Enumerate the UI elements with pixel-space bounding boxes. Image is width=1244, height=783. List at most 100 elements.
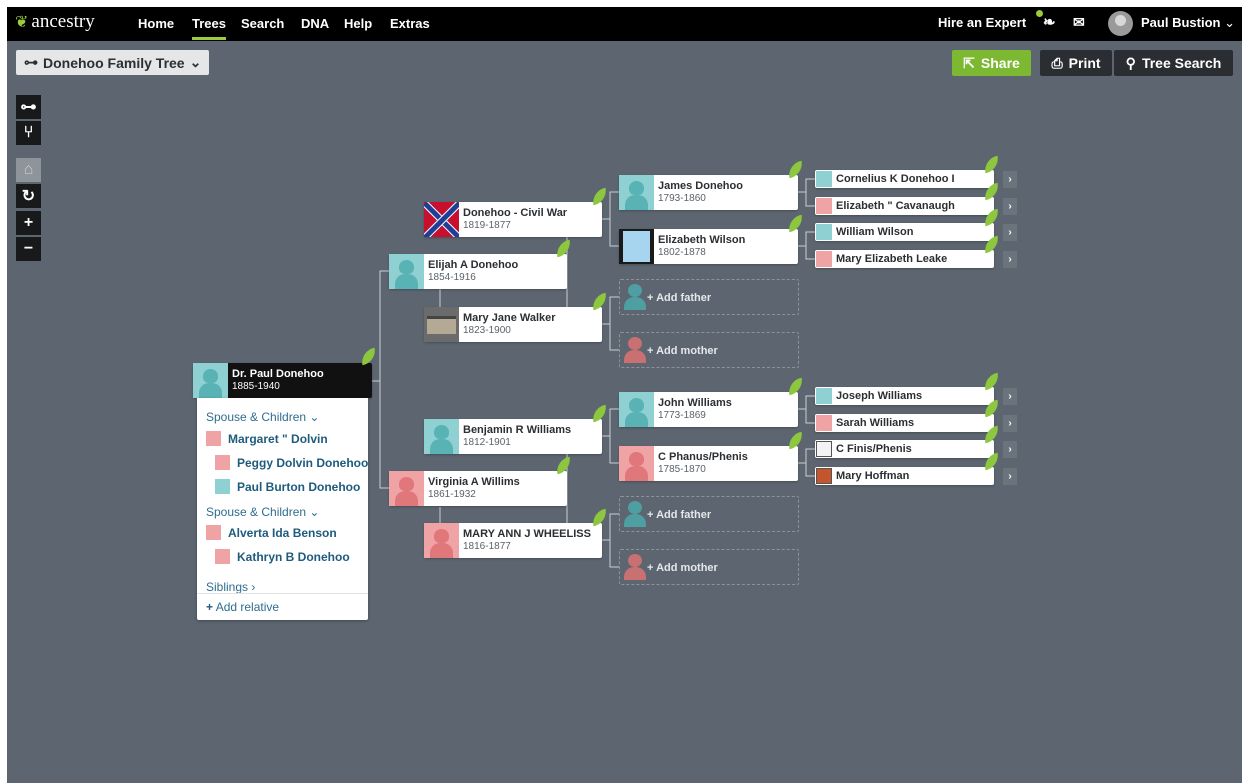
minus-icon: −: [23, 240, 34, 257]
spouse-link-2[interactable]: Alverta Ida Benson: [228, 526, 337, 540]
photo-thumbnail: [816, 441, 832, 457]
plus-icon: +: [23, 214, 34, 231]
hint-leaf-icon[interactable]: [786, 214, 805, 233]
family-view-button[interactable]: ⑂: [16, 121, 41, 145]
share-button[interactable]: ⇱ Share: [952, 50, 1031, 76]
user-avatar[interactable]: [1108, 11, 1133, 36]
female-icon: [206, 525, 221, 540]
reset-view-button[interactable]: ↻: [16, 184, 41, 208]
nav-home[interactable]: Home: [138, 16, 174, 31]
hint-leaf-icon[interactable]: [590, 404, 609, 423]
print-button[interactable]: ⎙ Print: [1040, 50, 1112, 76]
app-canvas: ❦ ancestry Home Trees Search DNA Help Ex…: [7, 7, 1242, 783]
child-link-1b[interactable]: Paul Burton Donehoo: [237, 480, 360, 494]
ancestor-card[interactable]: Joseph Williams: [815, 387, 994, 405]
hint-leaf-icon[interactable]: [982, 155, 1001, 174]
hint-leaf-icon[interactable]: [590, 187, 609, 206]
avatar: [424, 419, 459, 454]
add-father-placeholder[interactable]: + Add father: [619, 279, 799, 315]
person-card-ggm-1[interactable]: Elizabeth Wilson 1802-1878: [619, 229, 798, 264]
tree-selector[interactable]: ⊶ Donehoo Family Tree ⌄: [16, 50, 210, 75]
avatar: [816, 224, 832, 240]
person-card-maternal-grandmother[interactable]: MARY ANN J WHEELISS 1816-1877: [424, 523, 602, 558]
hints-leaf-icon[interactable]: ❧: [1043, 13, 1056, 31]
spouse-link-1[interactable]: Margaret " Dolvin: [228, 432, 328, 446]
male-icon: [215, 479, 230, 494]
leaf-logo-icon: ❦: [15, 14, 29, 31]
home-person-button[interactable]: ⌂: [16, 158, 41, 182]
ancestor-card[interactable]: Sarah Williams: [815, 414, 994, 432]
hint-leaf-icon[interactable]: [359, 347, 378, 366]
spouse-children-header-1[interactable]: Spouse & Children ⌄: [206, 410, 319, 424]
hint-leaf-icon[interactable]: [786, 160, 805, 179]
nav-help[interactable]: Help: [344, 16, 372, 31]
hint-leaf-icon[interactable]: [590, 508, 609, 527]
person-card-paternal-grandfather[interactable]: Donehoo - Civil War 1819-1877: [424, 202, 602, 237]
chevron-right-icon[interactable]: ›: [1003, 468, 1017, 485]
avatar: [816, 415, 832, 431]
child-link-1a[interactable]: Peggy Dolvin Donehoo: [237, 456, 368, 470]
tree-search-button[interactable]: ⚲ Tree Search: [1114, 50, 1233, 76]
avatar: [816, 171, 832, 187]
hint-leaf-icon[interactable]: [786, 431, 805, 450]
top-nav: ❦ ancestry Home Trees Search DNA Help Ex…: [7, 7, 1242, 41]
avatar: [816, 251, 832, 267]
nav-dna[interactable]: DNA: [301, 16, 329, 31]
ancestor-card[interactable]: C Finis/Phenis: [815, 440, 994, 458]
person-card-ggf-2[interactable]: John Williams 1773-1869: [619, 392, 798, 427]
family-panel: Spouse & Children ⌄ Margaret " Dolvin Pe…: [197, 398, 368, 620]
chevron-right-icon[interactable]: ›: [1003, 224, 1017, 241]
hint-leaf-icon[interactable]: [590, 292, 609, 311]
flag-photo: [424, 202, 459, 237]
photo-thumbnail: [424, 307, 459, 342]
hint-leaf-icon[interactable]: [554, 239, 573, 258]
add-relative-link[interactable]: + Add relative: [206, 600, 279, 614]
chevron-down-icon: ⌄: [1224, 15, 1235, 30]
person-card-paternal-grandmother[interactable]: Mary Jane Walker 1823-1900: [424, 307, 602, 342]
add-father-placeholder[interactable]: + Add father: [619, 496, 799, 532]
person-card-mother[interactable]: Virginia A Willims 1861-1932: [389, 471, 567, 506]
nav-trees[interactable]: Trees: [192, 16, 226, 40]
person-card-ggm-2[interactable]: C Phanus/Phenis 1785-1870: [619, 446, 798, 481]
nav-search[interactable]: Search: [241, 16, 284, 31]
messages-icon[interactable]: ✉: [1073, 14, 1085, 31]
avatar: [389, 254, 424, 289]
ancestor-card[interactable]: Mary Hoffman: [815, 467, 994, 485]
child-link-2a[interactable]: Kathryn B Donehoo: [237, 550, 350, 564]
chevron-down-icon: ⌄: [309, 505, 320, 519]
chevron-right-icon[interactable]: ›: [1003, 388, 1017, 405]
siblings-link[interactable]: Siblings ›: [206, 580, 255, 594]
plus-icon: +: [647, 509, 654, 521]
chevron-right-icon[interactable]: ›: [1003, 171, 1017, 188]
avatar: [816, 198, 832, 214]
hint-leaf-icon[interactable]: [554, 456, 573, 475]
chevron-right-icon[interactable]: ›: [1003, 251, 1017, 268]
female-icon: [215, 549, 230, 564]
zoom-in-button[interactable]: +: [16, 211, 41, 235]
chevron-right-icon[interactable]: ›: [1003, 441, 1017, 458]
hint-leaf-icon[interactable]: [982, 372, 1001, 391]
focus-person-card[interactable]: Dr. Paul Donehoo 1885-1940: [193, 363, 372, 398]
person-card-ggf-1[interactable]: James Donehoo 1793-1860: [619, 175, 798, 210]
person-card-maternal-grandfather[interactable]: Benjamin R Williams 1812-1901: [424, 419, 602, 454]
user-menu[interactable]: Paul Bustion ⌄: [1141, 15, 1235, 31]
chevron-right-icon[interactable]: ›: [1003, 198, 1017, 215]
chevron-right-icon[interactable]: ›: [1003, 415, 1017, 432]
ancestor-card[interactable]: Elizabeth " Cavanaugh: [815, 197, 994, 215]
chevron-down-icon: ⌄: [189, 54, 202, 70]
hint-leaf-icon[interactable]: [786, 377, 805, 396]
person-card-father[interactable]: Elijah A Donehoo 1854-1916: [389, 254, 567, 289]
printer-icon: ⎙: [1051, 54, 1063, 71]
chevron-right-icon: ›: [251, 580, 256, 594]
ancestor-card[interactable]: William Wilson: [815, 223, 994, 241]
zoom-out-button[interactable]: −: [16, 237, 41, 261]
pedigree-view-button[interactable]: ⊶: [16, 95, 41, 119]
ancestry-logo[interactable]: ❦ ancestry: [15, 11, 95, 33]
add-mother-placeholder[interactable]: + Add mother: [619, 332, 799, 368]
add-mother-placeholder[interactable]: + Add mother: [619, 549, 799, 585]
ancestor-card[interactable]: Mary Elizabeth Leake: [815, 250, 994, 268]
ancestor-card[interactable]: Cornelius K Donehoo I: [815, 170, 994, 188]
spouse-children-header-2[interactable]: Spouse & Children ⌄: [206, 505, 319, 519]
nav-extras[interactable]: Extras: [390, 16, 430, 31]
hire-expert-link[interactable]: Hire an Expert: [938, 15, 1026, 30]
